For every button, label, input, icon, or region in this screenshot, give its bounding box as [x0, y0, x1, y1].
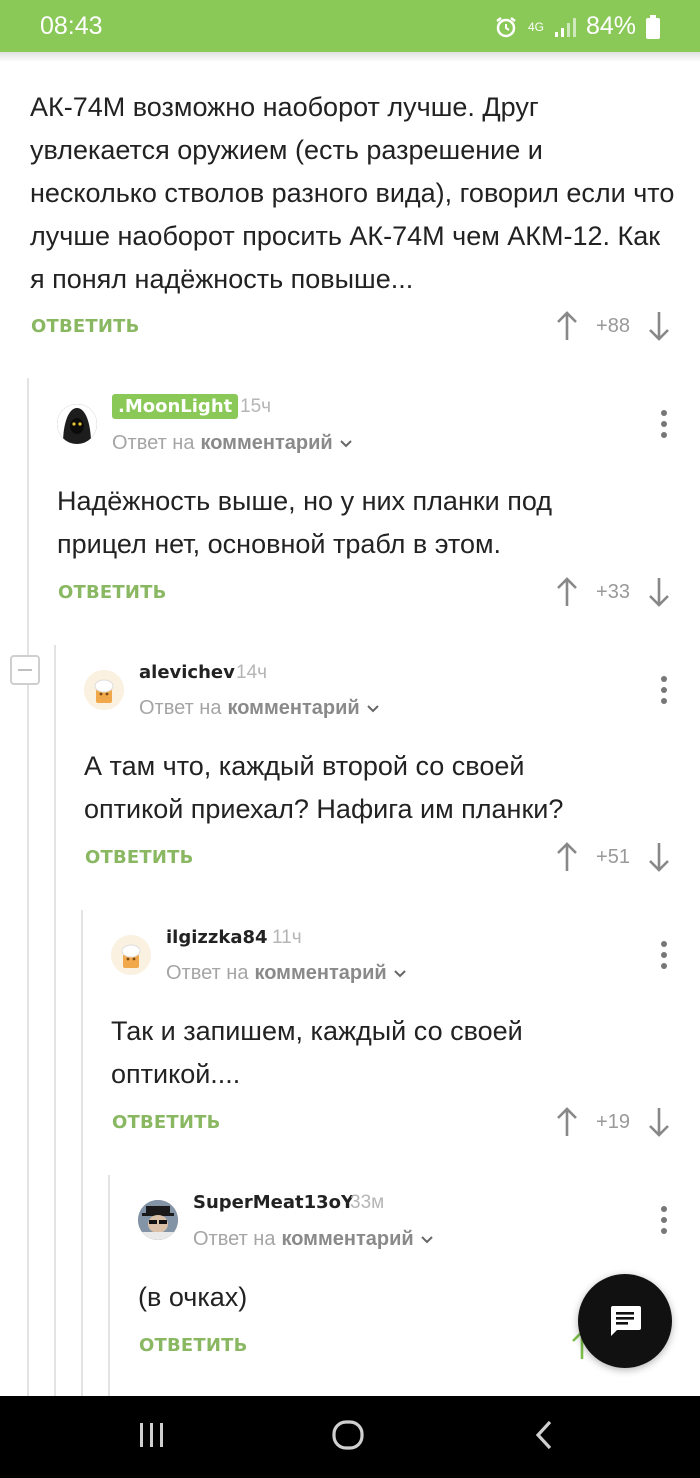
- reply-button[interactable]: ОТВЕТИТЬ: [112, 1112, 221, 1133]
- arrow-down-icon[interactable]: [647, 577, 671, 607]
- vote-controls: +88: [555, 311, 671, 341]
- reply-meta[interactable]: Ответ на комментарий: [166, 962, 407, 985]
- thread-line: [108, 1175, 110, 1396]
- reply-button[interactable]: ОТВЕТИТЬ: [139, 1335, 248, 1356]
- reply-meta-prefix: Ответ на: [193, 1228, 276, 1250]
- reply-button[interactable]: ОТВЕТИТЬ: [31, 316, 140, 337]
- avatar[interactable]: [57, 404, 97, 444]
- status-bar: 08:43 4G 84%: [0, 0, 700, 52]
- avatar[interactable]: [84, 670, 124, 710]
- back-icon[interactable]: [532, 1418, 558, 1452]
- comment-text: Так и запишем, каждый со своей оптикой..…: [111, 1016, 523, 1089]
- reply-meta-prefix: Ответ на: [166, 962, 249, 984]
- chevron-down-icon[interactable]: [339, 439, 353, 449]
- username[interactable]: .MoonLight: [112, 394, 239, 419]
- vote-controls: +51: [555, 842, 671, 872]
- signal-icon: [554, 17, 576, 37]
- comment-time: 14ч: [236, 662, 268, 683]
- collapse-thread-button[interactable]: [10, 655, 40, 685]
- rating-value: +33: [596, 580, 630, 603]
- reply-meta-link[interactable]: комментарий: [254, 962, 386, 985]
- vote-controls: +33: [555, 577, 671, 607]
- recent-apps-icon[interactable]: [136, 1418, 168, 1452]
- avatar[interactable]: [138, 1200, 178, 1240]
- thread-line: [54, 645, 56, 1396]
- arrow-up-icon[interactable]: [555, 1107, 579, 1137]
- comment-text: А там что, каждый второй со своей оптико…: [84, 751, 564, 824]
- vote-controls: +19: [555, 1107, 671, 1137]
- alarm-icon: [496, 16, 516, 37]
- battery-percent: 84%: [585, 12, 636, 40]
- header-shadow: [0, 52, 700, 62]
- reply-meta[interactable]: Ответ на комментарий: [193, 1228, 434, 1251]
- arrow-down-icon[interactable]: [647, 842, 671, 872]
- comment-time: 33м: [350, 1192, 385, 1213]
- comment-time: 11ч: [272, 927, 302, 948]
- reply-meta-link[interactable]: комментарий: [227, 697, 359, 720]
- status-icons: 4G 84%: [494, 12, 660, 41]
- reply-meta-prefix: Ответ на: [139, 697, 222, 719]
- thread-line: [27, 378, 29, 1396]
- arrow-down-icon[interactable]: [647, 1107, 671, 1137]
- reply-button[interactable]: ОТВЕТИТЬ: [85, 847, 194, 868]
- arrow-up-icon[interactable]: [555, 842, 579, 872]
- more-vertical-icon[interactable]: [659, 676, 669, 706]
- chevron-down-icon[interactable]: [420, 1235, 434, 1245]
- more-vertical-icon[interactable]: [659, 410, 669, 440]
- arrow-up-icon[interactable]: [555, 311, 579, 341]
- battery-icon: [646, 14, 660, 39]
- reply-meta[interactable]: Ответ на комментарий: [112, 432, 353, 455]
- reply-meta[interactable]: Ответ на комментарий: [139, 697, 380, 720]
- status-time: 08:43: [40, 12, 103, 40]
- rating-value: +51: [596, 845, 630, 868]
- avatar[interactable]: [111, 935, 151, 975]
- reply-meta-link[interactable]: комментарий: [200, 432, 332, 455]
- thread-line: [81, 910, 83, 1396]
- comment-time: 15ч: [240, 396, 272, 417]
- reply-button[interactable]: ОТВЕТИТЬ: [58, 582, 167, 603]
- network-type: 4G: [527, 19, 544, 34]
- username[interactable]: ilgizzka84: [166, 927, 268, 948]
- arrow-down-icon[interactable]: [647, 311, 671, 341]
- more-vertical-icon[interactable]: [659, 941, 669, 971]
- system-nav-bar: [0, 1396, 700, 1478]
- chevron-down-icon[interactable]: [366, 704, 380, 714]
- reply-meta-prefix: Ответ на: [112, 432, 195, 454]
- comment-icon: [611, 1306, 641, 1336]
- comment-text: (в очках): [138, 1282, 248, 1312]
- rating-value: +19: [596, 1110, 630, 1133]
- arrow-up-icon[interactable]: [555, 577, 579, 607]
- username[interactable]: alevichev: [139, 662, 235, 683]
- more-vertical-icon[interactable]: [659, 1206, 669, 1236]
- new-comment-button[interactable]: [578, 1274, 672, 1368]
- reply-meta-link[interactable]: комментарий: [281, 1228, 413, 1251]
- chevron-down-icon[interactable]: [393, 969, 407, 979]
- comment-text: АК-74М возможно наоборот лучше. Друг увл…: [30, 92, 675, 294]
- rating-value: +88: [596, 314, 630, 337]
- comment-text: Надёжность выше, но у них планки под при…: [57, 486, 553, 559]
- username[interactable]: SuperMeat13oY: [193, 1192, 354, 1213]
- home-icon[interactable]: [330, 1418, 366, 1452]
